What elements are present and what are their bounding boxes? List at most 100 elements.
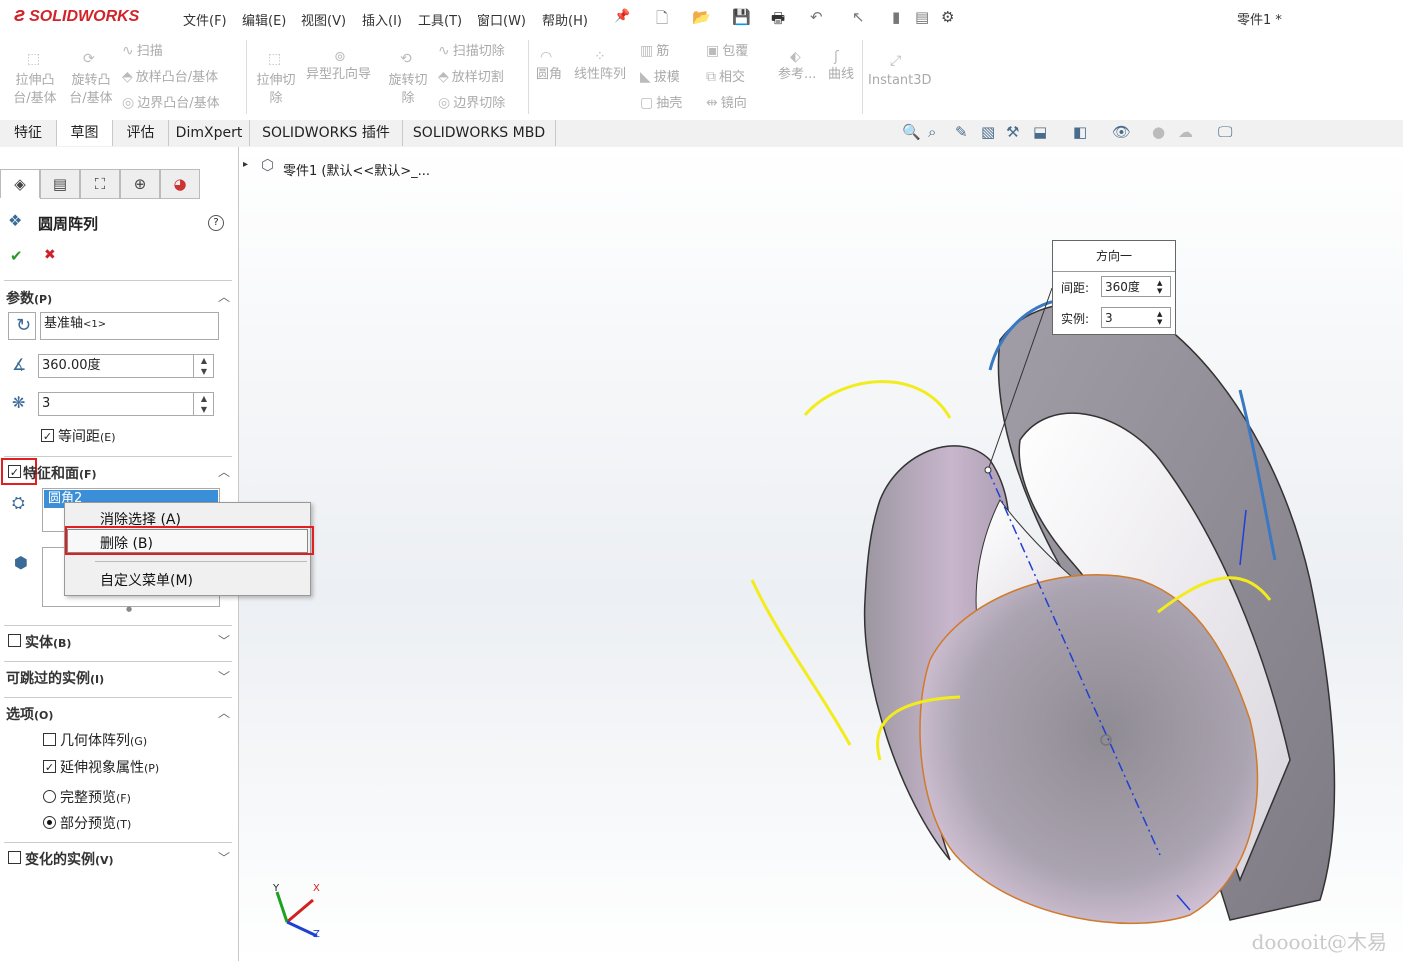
save-icon[interactable]: 💾 — [732, 8, 751, 26]
file-properties-icon[interactable]: ▤ — [915, 8, 929, 26]
select-icon[interactable]: ↖ — [852, 8, 865, 26]
rebuild-icon[interactable]: ▮ — [892, 8, 900, 26]
previous-view-icon[interactable]: ✎ — [955, 123, 968, 141]
tab-solidworks-mbd[interactable]: SOLIDWORKS MBD — [403, 120, 556, 146]
graphics-area[interactable]: ▸ ⬡ 零件1 (默认<<默认>_... 方向一 间距: 360度 ▲ ▼ 实例… — [239, 147, 1403, 961]
edit-appearance-icon[interactable]: ● — [1152, 123, 1165, 141]
undo-icon[interactable]: ↶ — [810, 8, 823, 26]
tab-solidworks-addins[interactable]: SOLIDWORKS 插件 — [250, 120, 403, 146]
zoom-to-area-icon[interactable]: ⌕ — [928, 123, 936, 141]
geometry-pattern-checkbox[interactable] — [43, 733, 56, 746]
ok-button[interactable]: ✔ — [10, 247, 23, 265]
boundary-boss-button[interactable]: ◎ 边界凸台/基体 — [122, 92, 220, 115]
instances-spinner[interactable]: ▲ ▼ — [193, 393, 214, 415]
propagate-visual-properties-checkbox[interactable]: ✓ — [43, 760, 56, 774]
instances-input[interactable]: 3 — [38, 392, 214, 416]
tab-features[interactable]: 特征 — [0, 120, 57, 146]
extrude-boss-button[interactable]: ⬚ 拉伸凸 台/基体 — [12, 51, 58, 110]
chevron-down-icon[interactable]: ﹀ — [218, 632, 230, 649]
tab-dimxpert[interactable]: DimXpert — [169, 120, 250, 146]
lofted-cut-button[interactable]: ⬘ 放样切割 — [438, 66, 504, 89]
reverse-direction-button[interactable]: ↻ — [8, 312, 36, 340]
menu-window[interactable]: 窗口(W) — [477, 10, 526, 29]
bodies-header[interactable]: 实体(B) — [25, 632, 71, 652]
extrude-cut-button[interactable]: ⬚ 拉伸切除 — [254, 51, 298, 110]
sweep-button[interactable]: ∿ 扫描 — [122, 40, 163, 63]
configuration-manager-tab[interactable]: ⛶ — [80, 169, 120, 199]
mirror-icon: ⇹ — [706, 95, 718, 111]
property-manager-tab[interactable]: ▤ — [40, 169, 80, 199]
chevron-up-icon[interactable]: ︿ — [218, 704, 230, 721]
ribbon-divider — [246, 40, 247, 114]
swept-cut-button[interactable]: ∿ 扫描切除 — [438, 40, 505, 63]
chevron-up-icon[interactable]: ︿ — [218, 463, 230, 480]
menu-help[interactable]: 帮助(H) — [542, 10, 588, 29]
angle-spinner[interactable]: ▲ ▼ — [193, 355, 214, 377]
hole-wizard-button[interactable]: ⊚ 异型孔向导 — [306, 49, 371, 86]
new-document-icon[interactable]: 🗋 — [656, 8, 668, 33]
fillet-button[interactable]: ◠ 圆角 — [536, 49, 562, 86]
full-preview-radio[interactable] — [43, 790, 56, 803]
reference-geometry-button[interactable]: ⬖ 参考... — [778, 49, 816, 86]
curves-button[interactable]: ʃ 曲线 — [828, 49, 854, 86]
linear-pattern-button[interactable]: ⁘ 线性阵列 — [574, 49, 626, 86]
revolve-boss-button[interactable]: ⟳ 旋转凸 台/基体 — [68, 51, 114, 110]
tab-sketch[interactable]: 草图 — [57, 120, 113, 146]
features-and-faces-header[interactable]: 特征和面(F) — [23, 463, 97, 483]
menu-item-customize[interactable]: 自定义菜单(M) — [100, 570, 193, 590]
angle-input[interactable]: 360.00度 — [38, 354, 214, 378]
varied-instances-header[interactable]: 变化的实例(V) — [25, 849, 114, 869]
instances-spinner[interactable]: ▲ ▼ — [1157, 310, 1162, 326]
mirror-button[interactable]: ⇹ 镜向 — [706, 92, 747, 115]
spacing-spinner[interactable]: ▲ ▼ — [1157, 279, 1162, 295]
intersect-button[interactable]: ⧉ 相交 — [706, 66, 745, 89]
direction-callout[interactable]: 方向一 间距: 360度 ▲ ▼ 实例: 3 ▲ ▼ — [1052, 240, 1176, 335]
bodies-checkbox[interactable] — [8, 634, 21, 647]
boundary-cut-button[interactable]: ◎ 边界切除 — [438, 92, 505, 115]
view-orientation-icon[interactable]: ⬓ — [1033, 123, 1047, 141]
menu-file[interactable]: 文件(F) — [183, 10, 227, 29]
chevron-down-icon[interactable]: ﹀ — [218, 668, 230, 685]
wrap-button[interactable]: ▣ 包覆 — [706, 40, 748, 63]
partial-preview-radio[interactable] — [43, 816, 56, 829]
open-icon[interactable]: 📂 — [692, 8, 711, 26]
skipped-instances-header[interactable]: 可跳过的实例(I) — [6, 668, 104, 688]
menu-tools[interactable]: 工具(T) — [418, 10, 462, 29]
draft-button[interactable]: ◣ 拔模 — [640, 66, 680, 89]
rib-button[interactable]: ▥ 筋 — [640, 40, 669, 63]
help-icon[interactable]: ? — [208, 215, 224, 231]
equal-spacing-checkbox[interactable]: ✓ — [41, 429, 54, 443]
menu-edit[interactable]: 编辑(E) — [242, 10, 286, 29]
revolve-cut-button[interactable]: ⟲ 旋转切除 — [386, 51, 430, 110]
axis-selection-field[interactable]: 基准轴<1> — [40, 312, 219, 340]
options-gear-icon[interactable]: ⚙ — [941, 8, 954, 26]
options-header[interactable]: 选项(O) — [6, 704, 53, 724]
solidworks-logo[interactable]: ƨ SOLIDWORKS — [14, 4, 139, 27]
feature-manager-tab[interactable]: ◈ — [0, 169, 40, 198]
resize-handle-icon[interactable]: ● — [126, 605, 132, 613]
chevron-up-icon[interactable]: ︿ — [218, 288, 230, 305]
zoom-to-fit-icon[interactable]: 🔍 — [902, 123, 921, 141]
view-settings-icon[interactable]: 🖵 — [1218, 123, 1232, 141]
menu-insert[interactable]: 插入(I) — [362, 10, 402, 29]
loft-boss-button[interactable]: ⬘ 放样凸台/基体 — [122, 66, 218, 89]
apply-scene-icon[interactable]: ☁ — [1178, 123, 1193, 141]
print-icon[interactable]: 🖶 — [771, 8, 785, 33]
hide-show-items-icon[interactable]: 👁 — [1112, 123, 1131, 141]
tab-evaluate[interactable]: 评估 — [113, 120, 169, 146]
section-divider — [4, 456, 232, 457]
pin-icon[interactable]: 📌 — [614, 9, 630, 24]
parameters-section-header[interactable]: 参数(P) — [6, 288, 52, 308]
features-and-faces-checkbox[interactable]: ✓ — [8, 465, 21, 479]
section-view-icon[interactable]: ▧ — [981, 123, 995, 141]
varied-instances-checkbox[interactable] — [8, 851, 21, 864]
chevron-down-icon[interactable]: ﹀ — [218, 849, 230, 866]
dimxpert-manager-tab[interactable]: ⊕ — [120, 169, 160, 199]
display-manager-tab[interactable]: ◕ — [160, 169, 200, 199]
dynamic-annotation-icon[interactable]: ⚒ — [1006, 123, 1019, 141]
shell-button[interactable]: ▢ 抽壳 — [640, 92, 682, 115]
menu-view[interactable]: 视图(V) — [301, 10, 346, 29]
cancel-button[interactable]: ✖ — [44, 247, 56, 263]
display-style-icon[interactable]: ◧ — [1073, 123, 1087, 141]
instant3d-button[interactable]: ⤢ Instant3D — [868, 53, 932, 92]
